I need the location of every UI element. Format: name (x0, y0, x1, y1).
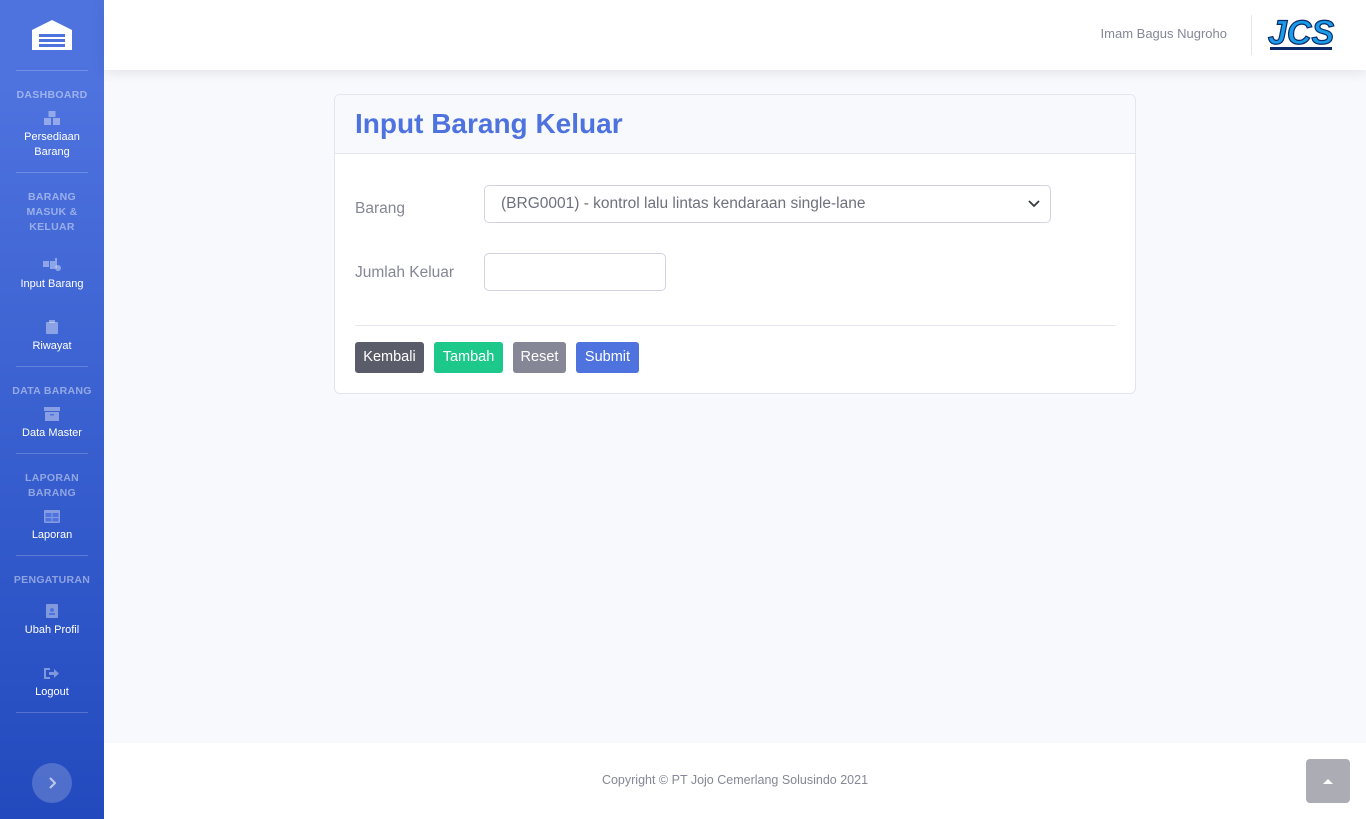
user-name[interactable]: Imam Bagus Nugroho (1101, 26, 1227, 41)
boxes-icon (43, 111, 61, 125)
chevron-up-icon (1323, 779, 1333, 784)
dolly-icon (43, 258, 61, 272)
sidebar-item-ubah-profil[interactable]: Ubah Profil (0, 604, 104, 638)
table-icon (43, 509, 61, 523)
archive-icon (43, 407, 61, 421)
clipboard-icon (43, 320, 61, 334)
company-logo[interactable]: JCS (1266, 10, 1336, 54)
sidebar-item-label: Laporan (31, 529, 73, 541)
sidebar-item-persediaan-barang[interactable]: Persediaan Barang (0, 111, 104, 160)
jumlah-keluar-input[interactable] (484, 253, 666, 291)
sidebar-item-logout[interactable]: Logout (0, 666, 104, 700)
card-header: Input Barang Keluar (335, 95, 1135, 154)
sidebar-item-label: Data Master (22, 427, 82, 439)
topbar: Imam Bagus Nugroho JCS (104, 0, 1366, 70)
footer: Copyright © PT Jojo Cemerlang Solusindo … (104, 743, 1366, 819)
sidebar-item-input-barang[interactable]: Input Barang (0, 258, 104, 292)
copyright-text: Copyright © PT Jojo Cemerlang Solusindo … (601, 773, 869, 787)
sign-out-icon (43, 666, 61, 680)
svg-text:JCS: JCS (1268, 14, 1334, 52)
sidebar-item-label: Persediaan Barang (24, 131, 80, 158)
submit-button[interactable]: Submit (576, 342, 639, 373)
scroll-to-top-button[interactable] (1306, 759, 1350, 803)
sidebar-item-label: Input Barang (20, 278, 84, 290)
chevron-right-icon (49, 777, 56, 789)
barang-select-value: (BRG0001) - kontrol lalu lintas kendaraa… (501, 195, 866, 212)
sidebar-heading-pengaturan: PENGATURAN (13, 574, 91, 586)
reset-button[interactable]: Reset (513, 342, 566, 373)
sidebar-item-label: Logout (35, 686, 69, 698)
sidebar-toggle-button[interactable] (32, 763, 72, 803)
sidebar-brand[interactable] (0, 0, 104, 70)
sidebar-item-laporan[interactable]: Laporan (0, 509, 104, 543)
sidebar: DASHBOARD Persediaan Barang BARANG MASUK… (0, 0, 104, 819)
sidebar-item-label: Riwayat (32, 340, 72, 352)
sidebar-item-riwayat[interactable]: Riwayat (0, 320, 104, 354)
barang-label: Barang (355, 200, 405, 217)
kembali-button[interactable]: Kembali (355, 342, 424, 373)
page-title: Input Barang Keluar (355, 108, 623, 139)
sidebar-heading-data-barang: DATA BARANG (12, 385, 92, 397)
sidebar-heading-barang-masuk-keluar: BARANG MASUK & KELUAR (26, 191, 78, 233)
sidebar-item-label: Ubah Profil (24, 624, 80, 636)
jumlah-keluar-label: Jumlah Keluar (355, 264, 455, 281)
sidebar-heading-dashboard: DASHBOARD (16, 89, 88, 101)
chevron-down-icon (1028, 200, 1040, 208)
form-divider (355, 325, 1115, 326)
barang-select[interactable]: (BRG0001) - kontrol lalu lintas kendaraa… (484, 185, 1051, 223)
tambah-button[interactable]: Tambah (434, 342, 503, 373)
sidebar-divider (16, 712, 88, 713)
id-badge-icon (43, 604, 61, 618)
warehouse-icon (32, 20, 72, 50)
sidebar-heading-laporan-barang: LAPORAN BARANG (24, 472, 79, 499)
sidebar-item-data-master[interactable]: Data Master (0, 407, 104, 441)
input-barang-keluar-card: Input Barang Keluar Barang (BRG0001) - k… (334, 94, 1136, 394)
topbar-divider (1251, 15, 1252, 55)
